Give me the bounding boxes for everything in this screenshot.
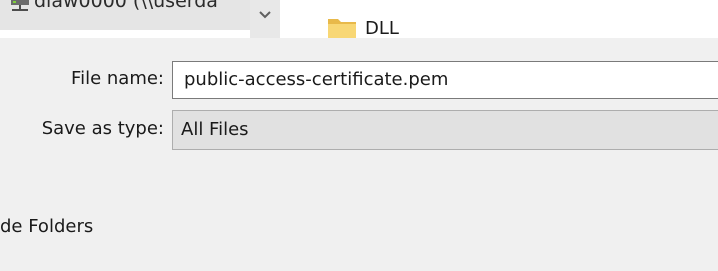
nav-item-network-drive[interactable]: dlaw0000 (\\userda	[0, 0, 250, 38]
folder-icon	[327, 14, 357, 38]
drive-label: dlaw0000 (\\userda	[34, 0, 218, 12]
chevron-down-icon	[259, 11, 271, 19]
network-drive-icon	[10, 0, 30, 17]
save-as-type-select[interactable]: All Files	[172, 110, 718, 150]
file-name-label: File name:	[71, 68, 164, 89]
file-name-input[interactable]: public-access-certificate.pem	[172, 61, 718, 99]
nav-scroll-down-button[interactable]	[250, 0, 280, 38]
browser-area: dlaw0000 (\\userda DLL	[0, 0, 718, 38]
save-as-type-value: All Files	[181, 119, 249, 140]
file-name-label: DLL	[365, 18, 399, 38]
hide-folders-toggle[interactable]: de Folders	[0, 216, 93, 237]
save-as-type-label: Save as type:	[41, 118, 164, 139]
file-name-value: public-access-certificate.pem	[184, 69, 449, 90]
